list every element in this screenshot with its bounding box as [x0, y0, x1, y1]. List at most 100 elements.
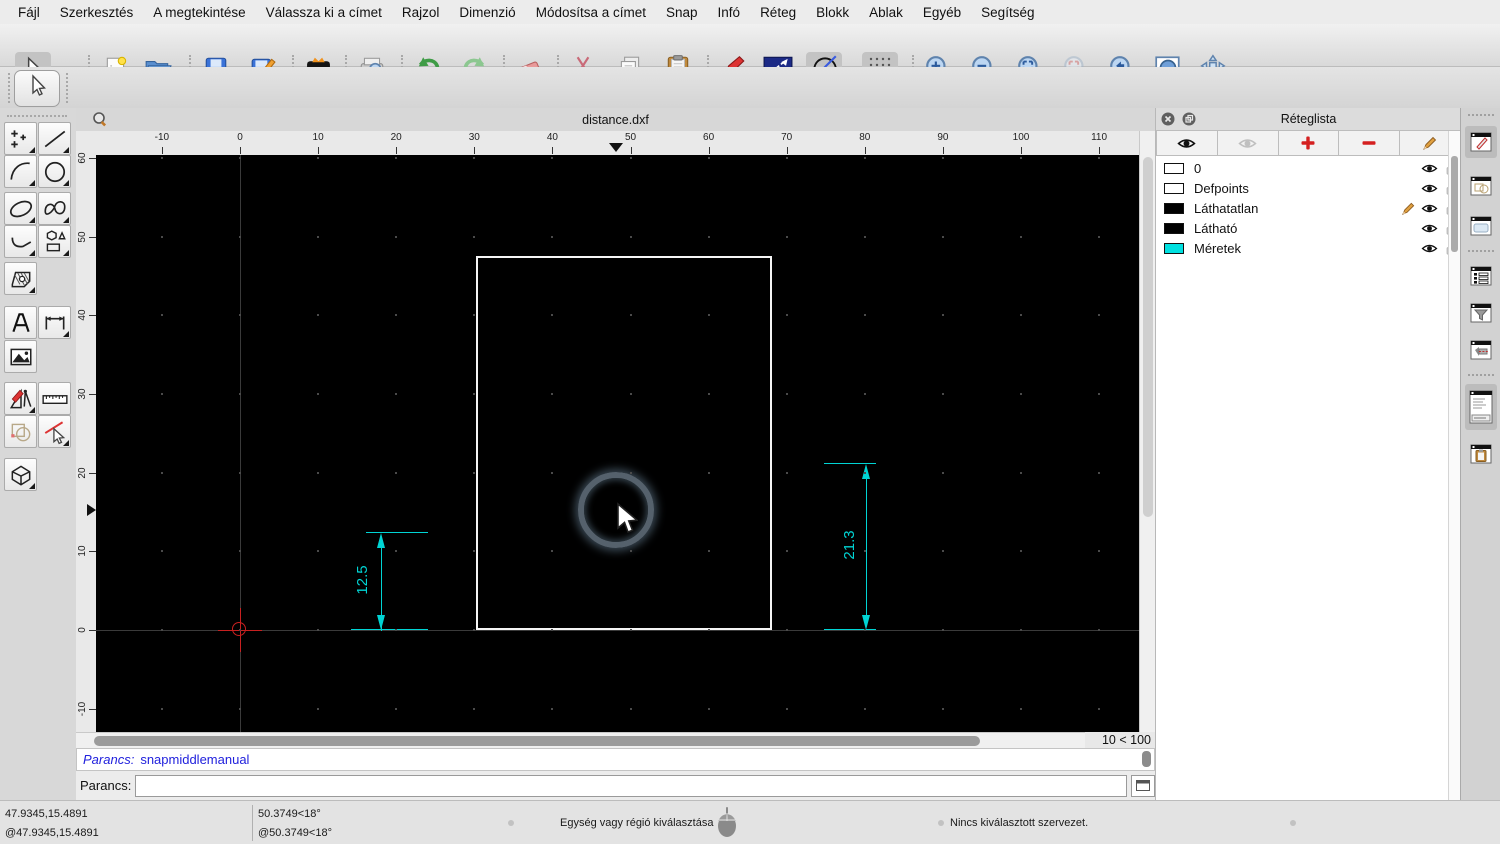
modify-tool[interactable]: [4, 415, 37, 448]
v-ruler-label: 40: [77, 309, 88, 321]
command-options-button[interactable]: [1131, 774, 1155, 797]
menu-item-6[interactable]: Dimenzió: [449, 5, 525, 20]
text-icon: [11, 312, 30, 332]
menu-item-9[interactable]: Infó: [708, 5, 751, 20]
menu-item-7[interactable]: Módosítsa a címet: [526, 5, 656, 20]
layer-panel-scrollbar[interactable]: [1448, 131, 1460, 800]
command-input[interactable]: [135, 774, 1128, 797]
command-prompt-label: Parancs:: [80, 778, 132, 793]
layer-visibility-icon[interactable]: [1419, 202, 1440, 215]
command-history[interactable]: Parancs: snapmiddlemanual: [76, 748, 1155, 771]
layer-row[interactable]: Méretek: [1156, 238, 1461, 258]
show-all-layers-button[interactable]: [1156, 130, 1218, 156]
close-panel-icon[interactable]: [1161, 112, 1175, 129]
h-ruler-label: 0: [237, 132, 243, 143]
canvas-horizontal-scrollbar[interactable]: [76, 732, 1085, 748]
status-bar: 47.9345,15.4891 @47.9345,15.4891 50.3749…: [0, 800, 1500, 844]
entity-rectangle[interactable]: [476, 256, 772, 630]
points-tool[interactable]: [4, 122, 37, 155]
layer-editing-icon: [1398, 201, 1419, 216]
layer-row[interactable]: Defpoints: [1156, 178, 1461, 198]
solid-3d-tool[interactable]: [4, 458, 37, 491]
command-history-value: snapmiddlemanual: [140, 752, 250, 767]
relative-polar: @50.3749<18°: [258, 827, 332, 839]
layer-visibility-icon[interactable]: [1419, 242, 1440, 255]
layer-visibility-icon[interactable]: [1419, 182, 1440, 195]
grid-scale-indicator: 10 < 100: [1085, 732, 1155, 748]
ruler-icon: [41, 394, 68, 404]
h-ruler-label: 80: [859, 132, 871, 143]
h-ruler-label: 10: [312, 132, 324, 143]
detach-panel-icon[interactable]: [1182, 112, 1196, 129]
hide-all-layers-button[interactable]: [1217, 130, 1279, 156]
layer-color-swatch: [1164, 202, 1184, 214]
canvas-vertical-scrollbar[interactable]: [1139, 131, 1155, 732]
menu-item-8[interactable]: Snap: [656, 5, 708, 20]
h-ruler-label: 100: [1012, 132, 1030, 143]
dock-layer-list-button[interactable]: [1465, 260, 1497, 292]
drawing-window-titlebar[interactable]: distance.dxf: [76, 108, 1155, 132]
vertical-ruler: 60 50 40 30 20 10 0 -10: [76, 131, 96, 732]
h-ruler-label: 70: [781, 132, 793, 143]
menu-item-13[interactable]: Egyéb: [913, 5, 971, 20]
absolute-coordinates: 47.9345,15.4891: [5, 808, 88, 820]
dock-empty-widget-button[interactable]: [1465, 210, 1497, 242]
deselect-tool[interactable]: [38, 415, 71, 448]
layer-visibility-icon[interactable]: [1419, 222, 1440, 235]
layer-name: Defpoints: [1194, 180, 1249, 196]
text-tool[interactable]: [4, 306, 37, 339]
h-ruler-label: 50: [624, 132, 637, 143]
dimension-label: 21.3: [841, 530, 858, 560]
left-button-action-hint: Egység vagy régió kiválasztása: [560, 817, 714, 829]
h-ruler-label: 60: [703, 132, 715, 143]
polygon-tool[interactable]: [38, 225, 71, 258]
menu-item-10[interactable]: Réteg: [750, 5, 806, 20]
dock-library-browser-button[interactable]: [1465, 126, 1497, 158]
dock-block-list-button[interactable]: [1465, 170, 1497, 202]
mouse-icon: [716, 805, 738, 842]
create-tools[interactable]: [4, 382, 37, 415]
dock-widgets-toolbar: [1460, 108, 1500, 844]
layer-panel-toolbar: [1156, 130, 1461, 156]
drawing-canvas[interactable]: 12.5 21.3: [96, 155, 1139, 732]
menu-item-12[interactable]: Ablak: [859, 5, 913, 20]
h-ruler-label: 30: [468, 132, 480, 143]
spline-tool[interactable]: [38, 192, 71, 225]
layer-panel-titlebar[interactable]: Réteglista: [1156, 108, 1461, 131]
layer-visibility-icon[interactable]: [1419, 162, 1440, 175]
layer-row[interactable]: Látható: [1156, 218, 1461, 238]
hatch-tool[interactable]: [4, 262, 37, 295]
layer-name: Látható: [1194, 220, 1238, 236]
polyline-tool[interactable]: [4, 225, 37, 258]
main-toolbar: SVG: [0, 24, 1500, 88]
remove-layer-button[interactable]: [1339, 130, 1401, 156]
dock-filter-button[interactable]: [1465, 297, 1497, 329]
add-layer-button[interactable]: [1278, 130, 1340, 156]
dimension-tool[interactable]: [38, 306, 71, 339]
ellipse-tool[interactable]: [4, 192, 37, 225]
menu-item-5[interactable]: Rajzol: [392, 5, 450, 20]
v-ruler-label: 60: [77, 152, 88, 164]
menu-item-4[interactable]: Válassza ki a címet: [256, 5, 392, 20]
dock-command-line-button[interactable]: [1465, 384, 1497, 430]
measure-tool[interactable]: [38, 382, 71, 415]
dimension-label: 12.5: [354, 565, 371, 595]
v-ruler-label: 50: [77, 230, 88, 243]
menu-item-11[interactable]: Blokk: [806, 5, 859, 20]
layer-name: Láthatatlan: [1194, 200, 1259, 216]
menu-item-3[interactable]: A megtekintése: [143, 5, 255, 20]
menu-item-2[interactable]: Szerkesztés: [50, 5, 144, 20]
circle-tool[interactable]: [38, 155, 71, 188]
command-history-scrollbar[interactable]: [1142, 751, 1151, 767]
image-tool[interactable]: [4, 340, 37, 373]
arc-tool[interactable]: [4, 155, 37, 188]
menu-item-1[interactable]: Fájl: [8, 5, 50, 20]
dock-clipboard-button[interactable]: [1465, 438, 1497, 470]
librecad-app: Fájl Szerkesztés A megtekintése Válassza ki…: [0, 0, 1500, 844]
dock-entity-info-button[interactable]: [1465, 334, 1497, 366]
layer-row[interactable]: Láthatatlan: [1156, 198, 1461, 218]
menu-item-14[interactable]: Segítség: [971, 5, 1044, 20]
line-tool[interactable]: [38, 122, 71, 155]
selection-tool-button[interactable]: [14, 70, 60, 107]
layer-row[interactable]: 0: [1156, 158, 1461, 178]
